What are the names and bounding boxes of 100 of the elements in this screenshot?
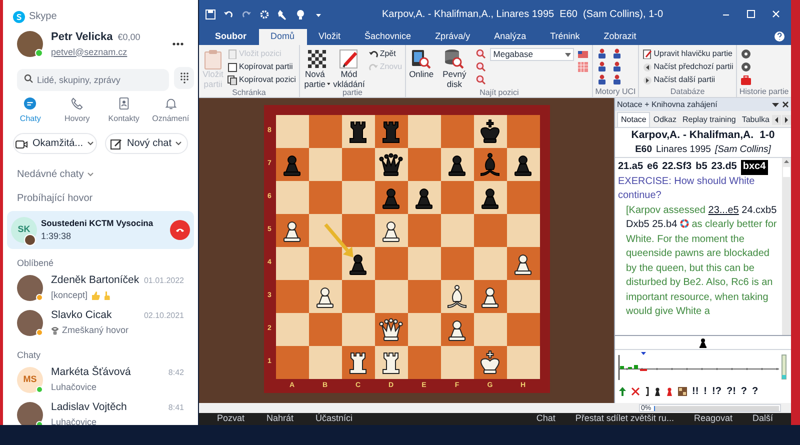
ribbon-button[interactable]: Online bbox=[409, 48, 434, 80]
engine-icon[interactable] bbox=[596, 48, 608, 60]
panel-tab[interactable]: Tabulka bbox=[738, 112, 772, 127]
more-options-icon[interactable] bbox=[172, 42, 184, 46]
database-search-icon bbox=[443, 48, 466, 70]
active-call-item[interactable]: SK Soustedeni KCTM Vysocina 1:39:38 bbox=[7, 211, 194, 249]
thumbs-up-icon bbox=[90, 291, 100, 300]
close-icon[interactable] bbox=[782, 101, 789, 108]
engine-icon[interactable] bbox=[596, 61, 608, 73]
action-button[interactable]: Nový chat bbox=[104, 133, 188, 154]
ribbon-tab[interactable]: Zpráva/y bbox=[423, 29, 482, 45]
exercise-text: EXERCISE: How should White continue? bbox=[618, 174, 756, 203]
profile-email[interactable]: petvel@seznam.cz bbox=[51, 46, 140, 59]
call-action-button[interactable]: Účastníci bbox=[316, 412, 353, 426]
ribbon-tab[interactable]: Domů bbox=[258, 29, 307, 45]
scrollbar-thumb[interactable] bbox=[783, 167, 790, 177]
annotation-symbol-button[interactable]: ! bbox=[704, 384, 708, 398]
ribbon-tab[interactable]: Vložit bbox=[306, 29, 353, 45]
ribbon-button[interactable]: Nová partie bbox=[302, 48, 330, 89]
ribbon-button[interactable]: Načíst další partii bbox=[642, 74, 734, 86]
ribbon-button[interactable]: Mód vkládání bbox=[333, 48, 365, 89]
search-icon[interactable] bbox=[475, 74, 488, 86]
ribbon-button[interactable]: Upravit hlavičku partie bbox=[642, 48, 734, 60]
chat-item[interactable]: Slavko Cicak 02.10.2021 Zmeškaný hovor bbox=[3, 306, 198, 340]
pawn-icon[interactable] bbox=[654, 386, 661, 396]
action-button[interactable]: Okamžitá... bbox=[13, 133, 96, 154]
panel-tab[interactable]: Notace bbox=[617, 112, 650, 127]
panel-tab[interactable]: Odkaz bbox=[650, 112, 680, 127]
record-icon[interactable] bbox=[740, 61, 752, 73]
ribbon-button[interactable]: Kopírovat pozici bbox=[227, 74, 296, 86]
ribbon-button[interactable]: Pevný disk bbox=[436, 48, 472, 89]
move-text[interactable]: 22.Sf3 bbox=[662, 160, 692, 174]
call-action-button[interactable]: Nahrát bbox=[266, 412, 294, 426]
gear-icon[interactable] bbox=[259, 8, 270, 20]
flag-icon[interactable] bbox=[577, 48, 590, 60]
crossed-arrows-icon[interactable] bbox=[631, 386, 640, 396]
search-icon[interactable] bbox=[475, 48, 488, 60]
engine-icon[interactable] bbox=[611, 61, 624, 73]
call-action-button[interactable]: Pozvat bbox=[217, 412, 245, 426]
lightbulb-icon[interactable] bbox=[295, 8, 306, 20]
chat-item[interactable]: Ladislav Vojtěch 8:41 Luhačovice bbox=[3, 397, 198, 425]
annotation-symbol-button[interactable]: ? bbox=[740, 384, 748, 398]
annotation-symbol-button[interactable]: !! bbox=[692, 384, 699, 398]
call-action-button[interactable]: Další bbox=[752, 412, 773, 426]
search-field[interactable]: Lidé, skupiny, zprávy bbox=[17, 69, 169, 91]
hang-up-button[interactable] bbox=[170, 220, 190, 240]
redo-icon[interactable] bbox=[241, 8, 252, 20]
chat-time: 8:42 bbox=[167, 366, 184, 379]
nav-tab[interactable]: Kontakty bbox=[100, 97, 148, 125]
annotation-symbol-button[interactable]: ?! bbox=[726, 384, 736, 398]
engine-icon[interactable] bbox=[611, 74, 624, 86]
move-link[interactable]: 23...e5 bbox=[708, 204, 739, 216]
move-text[interactable]: e6 bbox=[647, 160, 658, 174]
section-heading[interactable]: Nedávné chaty bbox=[17, 167, 84, 182]
help-icon[interactable] bbox=[774, 31, 785, 42]
scroll-up-icon bbox=[783, 158, 790, 165]
ribbon-tab[interactable]: Soubor bbox=[203, 29, 258, 45]
undo-icon[interactable] bbox=[223, 8, 234, 20]
briefcase-icon[interactable] bbox=[740, 74, 752, 86]
chat-time: 02.10.2021 bbox=[142, 310, 184, 322]
engine-icon[interactable] bbox=[596, 74, 608, 86]
ribbon-button[interactable]: Zpět bbox=[368, 48, 402, 60]
nav-tab[interactable]: Chaty bbox=[7, 97, 54, 125]
ribbon-button[interactable]: Načíst předchozí partii bbox=[642, 61, 734, 73]
panel-tab[interactable]: Replay training bbox=[679, 112, 739, 127]
move-text[interactable]: 23.d5 bbox=[711, 160, 737, 174]
dialpad-button[interactable] bbox=[174, 67, 194, 89]
call-action-button[interactable]: Přestat sdílet zvětšit ru... bbox=[575, 412, 674, 426]
ribbon-button[interactable]: Kopírovat partii bbox=[227, 61, 296, 73]
engine-icon[interactable] bbox=[611, 48, 624, 60]
scroll-right-icon[interactable] bbox=[782, 115, 791, 125]
ribbon-tab[interactable]: Šachovnice bbox=[352, 29, 424, 45]
nav-tab[interactable]: Hovory bbox=[54, 97, 100, 125]
ribbon-tab[interactable]: Trénink bbox=[538, 29, 592, 45]
move-text[interactable]: bxc4 bbox=[740, 160, 768, 174]
chat-item[interactable]: MS Markéta Šťávová 8:42 Luhačovice bbox=[3, 362, 198, 397]
board-icon[interactable] bbox=[678, 386, 687, 396]
record-icon[interactable] bbox=[740, 48, 752, 60]
move-text[interactable]: 21.a5 bbox=[618, 160, 644, 174]
chevron-down-icon bbox=[87, 141, 94, 146]
call-action-button[interactable]: Reagovat bbox=[694, 412, 732, 426]
ribbon-tab[interactable]: Analýza bbox=[482, 29, 538, 45]
search-icon[interactable] bbox=[475, 61, 488, 73]
scroll-left-icon[interactable] bbox=[772, 115, 782, 125]
annotation-symbol-button[interactable]: ? bbox=[752, 384, 758, 398]
chat-item[interactable]: Zdeněk Bartoníček 01.01.2022 [koncept] bbox=[3, 270, 198, 306]
arrow-up-icon[interactable] bbox=[619, 386, 626, 396]
save-icon[interactable] bbox=[205, 8, 216, 20]
call-action-button[interactable]: Chat bbox=[536, 412, 556, 426]
nav-tab[interactable]: Oznámení bbox=[147, 97, 194, 125]
bracket-icon[interactable] bbox=[645, 386, 649, 396]
skype-logo-icon bbox=[13, 10, 25, 22]
move-text[interactable]: b5 bbox=[696, 160, 708, 174]
scrollbar[interactable] bbox=[782, 158, 791, 335]
database-dropdown[interactable]: Megabase bbox=[490, 48, 574, 61]
ribbon-tab[interactable]: Zobrazit bbox=[592, 29, 648, 45]
annotation-symbol-button[interactable]: !? bbox=[712, 384, 722, 398]
maximize-icon[interactable] bbox=[746, 9, 756, 19]
profile-name: Petr Velicka bbox=[51, 30, 113, 45]
dropdown-arrow-icon[interactable] bbox=[772, 101, 779, 108]
